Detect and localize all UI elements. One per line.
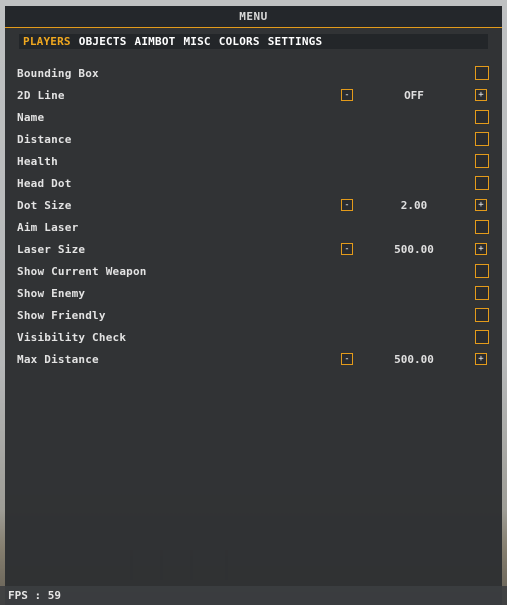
option-row-dot-size: Dot Size - 2.00 + [5, 194, 502, 216]
tab-settings[interactable]: SETTINGS [268, 35, 323, 48]
cheat-menu-window: MENU PLAYERS OBJECTS AIMBOT MISC COLORS … [5, 6, 502, 605]
option-label: Distance [17, 132, 72, 146]
max-distance-increment-button[interactable]: + [475, 353, 487, 365]
laser-size-value: 500.00 [394, 242, 434, 256]
tab-aimbot[interactable]: AIMBOT [135, 35, 176, 48]
tab-misc[interactable]: MISC [183, 35, 210, 48]
option-label: Health [17, 154, 58, 168]
option-row-name: Name [5, 106, 502, 128]
dot-size-value: 2.00 [400, 198, 428, 212]
option-label: Show Friendly [17, 308, 106, 322]
bounding-box-checkbox[interactable] [475, 66, 489, 80]
option-row-health: Health [5, 150, 502, 172]
option-row-distance: Distance [5, 128, 502, 150]
show-enemy-checkbox[interactable] [475, 286, 489, 300]
option-label: Name [17, 110, 45, 124]
option-label: Dot Size [17, 198, 72, 212]
option-label: Laser Size [17, 242, 86, 256]
tab-objects[interactable]: OBJECTS [79, 35, 127, 48]
dot-size-decrement-button[interactable]: - [341, 199, 353, 211]
fps-counter: FPS : 59 [0, 586, 507, 605]
visibility-check-checkbox[interactable] [475, 330, 489, 344]
option-label: Show Current Weapon [17, 264, 147, 278]
option-row-bounding-box: Bounding Box [5, 62, 502, 84]
laser-size-increment-button[interactable]: + [475, 243, 487, 255]
option-label: Visibility Check [17, 330, 127, 344]
2d-line-increment-button[interactable]: + [475, 89, 487, 101]
menu-title: MENU [239, 10, 268, 23]
head-dot-checkbox[interactable] [475, 176, 489, 190]
2d-line-decrement-button[interactable]: - [341, 89, 353, 101]
tab-colors[interactable]: COLORS [219, 35, 260, 48]
option-label: 2D Line [17, 88, 65, 102]
option-label: Show Enemy [17, 286, 86, 300]
option-row-visibility-check: Visibility Check [5, 326, 502, 348]
distance-checkbox[interactable] [475, 132, 489, 146]
max-distance-decrement-button[interactable]: - [341, 353, 353, 365]
option-row-show-enemy: Show Enemy [5, 282, 502, 304]
dot-size-increment-button[interactable]: + [475, 199, 487, 211]
option-label: Aim Laser [17, 220, 79, 234]
option-row-aim-laser: Aim Laser [5, 216, 502, 238]
2d-line-value: OFF [404, 88, 424, 102]
tab-players[interactable]: PLAYERS [23, 35, 71, 48]
health-checkbox[interactable] [475, 154, 489, 168]
option-row-2d-line: 2D Line - OFF + [5, 84, 502, 106]
name-checkbox[interactable] [475, 110, 489, 124]
aim-laser-checkbox[interactable] [475, 220, 489, 234]
show-current-weapon-checkbox[interactable] [475, 264, 489, 278]
option-row-head-dot: Head Dot [5, 172, 502, 194]
laser-size-decrement-button[interactable]: - [341, 243, 353, 255]
option-label: Head Dot [17, 176, 72, 190]
options-list: Bounding Box 2D Line - OFF + Name Distan… [5, 62, 502, 370]
tab-bar: PLAYERS OBJECTS AIMBOT MISC COLORS SETTI… [19, 34, 488, 49]
option-row-show-friendly: Show Friendly [5, 304, 502, 326]
option-row-show-current-weapon: Show Current Weapon [5, 260, 502, 282]
option-label: Bounding Box [17, 66, 99, 80]
option-row-laser-size: Laser Size - 500.00 + [5, 238, 502, 260]
show-friendly-checkbox[interactable] [475, 308, 489, 322]
menu-titlebar[interactable]: MENU [5, 6, 502, 28]
option-row-max-distance: Max Distance - 500.00 + [5, 348, 502, 370]
max-distance-value: 500.00 [394, 352, 434, 366]
option-label: Max Distance [17, 352, 99, 366]
